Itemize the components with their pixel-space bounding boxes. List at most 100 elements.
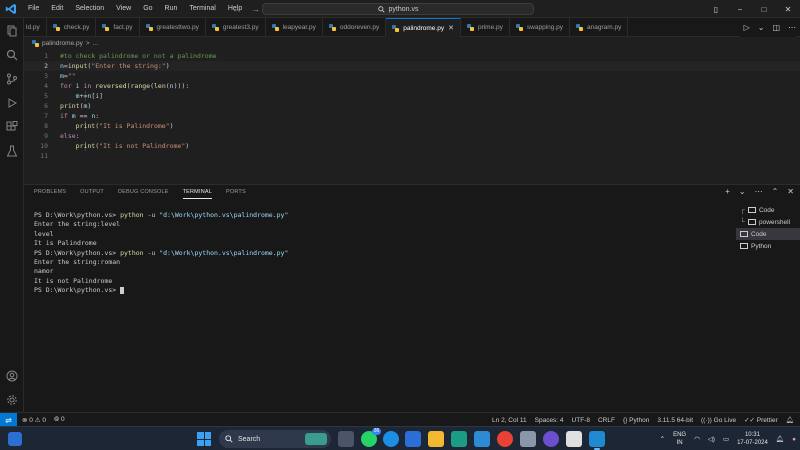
tab-problems[interactable]: PROBLEMS <box>34 189 66 199</box>
more-actions-icon[interactable]: ⋯ <box>755 187 763 196</box>
copilot-icon[interactable]: ● <box>792 436 796 443</box>
vscode-taskbar-icon[interactable] <box>589 431 605 450</box>
menu-run[interactable]: Run <box>159 0 184 18</box>
code-line[interactable]: 6 print(m) <box>24 101 800 111</box>
terminal-list-item[interactable]: Python <box>736 240 800 252</box>
breadcrumb-more[interactable]: ... <box>93 40 98 47</box>
tab-check[interactable]: check.py <box>47 18 97 37</box>
store-icon[interactable] <box>405 431 421 447</box>
account-icon[interactable] <box>4 368 20 384</box>
menu-edit[interactable]: Edit <box>45 0 69 18</box>
terminal-output[interactable]: PS D:\Work\python.vs> python -u "d:\Work… <box>34 211 288 296</box>
code-line[interactable]: 5 m+=n[i] <box>24 91 800 101</box>
menu-view[interactable]: View <box>110 0 137 18</box>
language-mode[interactable]: {} Python <box>623 417 649 424</box>
tab-terminal[interactable]: TERMINAL <box>182 189 212 199</box>
tab-prime[interactable]: prime.py <box>461 18 510 37</box>
close-tab-icon[interactable]: ✕ <box>448 24 454 32</box>
tab-fact[interactable]: fact.py <box>96 18 140 37</box>
tab-debug-console[interactable]: DEBUG CONSOLE <box>118 189 169 199</box>
media-app-icon[interactable] <box>543 431 559 447</box>
testing-icon[interactable] <box>4 143 20 159</box>
command-center-search[interactable]: python.vs <box>262 3 534 15</box>
breadcrumb-file[interactable]: palindrome.py <box>42 40 83 47</box>
run-debug-icon[interactable] <box>4 95 20 111</box>
chrome-icon[interactable] <box>497 431 513 447</box>
ports-status[interactable]: ⦾ 0 <box>54 416 65 424</box>
notifications-bell-icon[interactable]: 🔔︎ <box>786 416 794 424</box>
code-line[interactable]: 3 m="" <box>24 71 800 81</box>
code-line[interactable]: 1 #to check palindrome or not a palindrom… <box>24 51 800 61</box>
show-hidden-icons-chevron-icon[interactable]: ⌃ <box>660 435 665 443</box>
tab-swapping[interactable]: swapping.py <box>510 18 571 37</box>
cursor-position[interactable]: Ln 2, Col 11 <box>492 417 527 424</box>
remote-indicator-icon[interactable]: ⇌ <box>0 413 17 427</box>
code-line[interactable]: 11 <box>24 151 800 161</box>
menu-selection[interactable]: Selection <box>69 0 110 18</box>
chart-app-icon[interactable] <box>474 431 490 447</box>
prettier-status[interactable]: ✓✓ Prettier <box>744 416 778 424</box>
tab-output[interactable]: OUTPUT <box>80 189 104 199</box>
edge-browser-icon[interactable] <box>383 431 399 447</box>
close-icon[interactable]: ✕ <box>776 5 800 14</box>
maximize-panel-icon[interactable]: ⌃ <box>772 187 779 196</box>
run-file-icon[interactable]: ▷ <box>744 23 750 32</box>
new-terminal-plus-icon[interactable]: + <box>725 187 730 196</box>
tab-palindrome[interactable]: palindrome.py ✕ <box>386 18 461 37</box>
code-line[interactable]: 4 for i in reversed(range(len(n))): <box>24 81 800 91</box>
go-live-button[interactable]: ((·)) Go Live <box>701 417 736 424</box>
search-sidebar-icon[interactable] <box>4 47 20 63</box>
code-line[interactable]: 8 print("It is Palindrome") <box>24 121 800 131</box>
maximize-icon[interactable]: □ <box>752 5 776 14</box>
problems-status[interactable]: ⊗ 0 ⚠ 0 <box>22 416 46 424</box>
taskbar-search[interactable]: Search <box>219 430 331 448</box>
explorer-icon[interactable] <box>4 23 20 39</box>
whatsapp-icon[interactable]: 36 <box>361 428 381 447</box>
code-line[interactable]: 10 print("It is not Palindrome") <box>24 141 800 151</box>
indentation[interactable]: Spaces: 4 <box>535 417 564 424</box>
back-arrow-icon[interactable]: ← <box>232 4 241 14</box>
menu-terminal[interactable]: Terminal <box>183 0 221 18</box>
code-line[interactable]: 7 if m == n: <box>24 111 800 121</box>
menu-go[interactable]: Go <box>137 0 158 18</box>
terminal-list-item[interactable]: └ powershell <box>736 216 800 228</box>
code-editor[interactable]: 1 #to check palindrome or not a palindrom… <box>24 48 800 184</box>
code-line[interactable]: 9 else: <box>24 131 800 141</box>
tab-ports[interactable]: PORTS <box>226 189 246 199</box>
wifi-icon[interactable]: ◠ <box>694 435 700 443</box>
tab-greatest3[interactable]: greatest3.py <box>206 18 266 37</box>
minimize-icon[interactable]: − <box>728 5 752 14</box>
windows-start-icon[interactable] <box>197 432 211 446</box>
task-view-icon[interactable] <box>338 431 354 447</box>
more-actions-icon[interactable]: ⋯ <box>788 23 796 32</box>
tab-ld[interactable]: ld.py <box>24 18 47 37</box>
split-editor-icon[interactable]: ◫ <box>772 23 780 32</box>
camera-icon[interactable] <box>520 431 536 447</box>
battery-icon[interactable]: ▭ <box>723 435 729 443</box>
extensions-icon[interactable] <box>4 119 20 135</box>
notepad-icon[interactable] <box>566 431 582 447</box>
clock[interactable]: 10:31 17-07-2024 <box>737 431 768 447</box>
file-explorer-icon[interactable] <box>428 431 444 447</box>
encoding[interactable]: UTF-8 <box>572 417 590 424</box>
widgets-icon[interactable] <box>8 432 22 446</box>
office-app-icon[interactable] <box>451 431 467 447</box>
tab-leapyear[interactable]: leapyear.py <box>266 18 323 37</box>
forward-arrow-icon[interactable]: → <box>251 4 260 14</box>
layout-icon[interactable]: ▯ <box>704 5 728 14</box>
language-indicator[interactable]: ENG IN <box>673 431 686 447</box>
terminal-list-item[interactable]: Code <box>736 228 800 240</box>
notification-bell-icon[interactable]: 🔔︎ <box>776 435 784 443</box>
tab-oddoreven[interactable]: oddoreven.py <box>323 18 387 37</box>
tab-anagram[interactable]: anagram.py <box>570 18 629 37</box>
chevron-down-icon[interactable]: ⌄ <box>758 23 765 32</box>
volume-icon[interactable]: ◁) <box>708 435 715 443</box>
source-control-icon[interactable] <box>4 71 20 87</box>
menu-file[interactable]: File <box>22 0 45 18</box>
manage-gear-icon[interactable] <box>4 392 20 408</box>
tab-greatesttwo[interactable]: greatesttwo.py <box>140 18 206 37</box>
code-line[interactable]: 2 n=input("Enter the string:") <box>24 61 800 71</box>
terminal-dropdown-chevron-icon[interactable]: ⌄ <box>739 187 746 196</box>
close-panel-icon[interactable]: ✕ <box>787 187 794 196</box>
terminal-list-item[interactable]: ┌ Code <box>736 204 800 216</box>
